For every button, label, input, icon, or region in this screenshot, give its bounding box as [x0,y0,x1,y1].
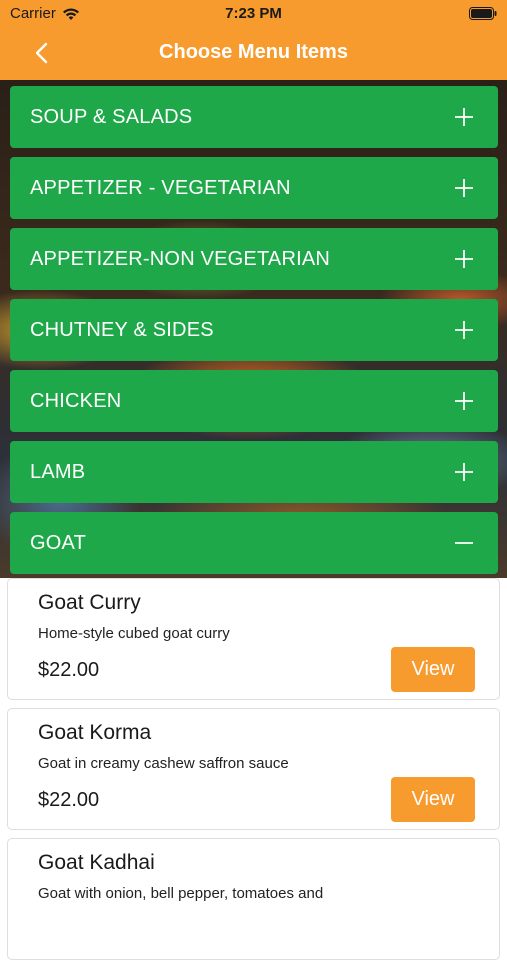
item-description: Goat in creamy cashew saffron sauce [38,755,289,772]
item-name: Goat Curry [38,591,141,614]
category-appetizer-non-vegetarian[interactable]: APPETIZER-NON VEGETARIAN [10,228,498,290]
menu-item-card: Goat Curry Home-style cubed goat curry $… [7,578,500,700]
minus-icon [455,542,473,544]
view-button[interactable]: View [391,777,475,822]
plus-icon [455,179,473,197]
item-description: Home-style cubed goat curry [38,625,230,642]
header: Carrier 7:23 PM Choose Menu Items [0,0,507,80]
category-list: SOUP & SALADS APPETIZER - VEGETARIAN APP… [10,86,498,583]
item-description: Goat with onion, bell pepper, tomatoes a… [38,885,324,902]
battery-icon [469,7,497,20]
plus-icon [455,321,473,339]
page-title: Choose Menu Items [159,41,348,63]
category-label: CHUTNEY & SIDES [30,319,214,341]
category-goat[interactable]: GOAT [10,512,498,574]
plus-icon [455,108,473,126]
navigation-bar: Choose Menu Items [0,28,507,78]
category-label: APPETIZER - VEGETARIAN [30,177,291,199]
item-price: $22.00 [38,659,100,681]
category-soup-salads[interactable]: SOUP & SALADS [10,86,498,148]
menu-item-card: Goat Korma Goat in creamy cashew saffron… [7,708,500,830]
item-price: $22.00 [38,789,100,811]
category-lamb[interactable]: LAMB [10,441,498,503]
status-time: 7:23 PM [225,5,282,22]
category-appetizer-vegetarian[interactable]: APPETIZER - VEGETARIAN [10,157,498,219]
plus-icon [455,250,473,268]
item-name: Goat Kadhai [38,851,155,874]
category-label: APPETIZER-NON VEGETARIAN [30,248,331,270]
category-chutney-sides[interactable]: CHUTNEY & SIDES [10,299,498,361]
category-label: GOAT [30,532,86,554]
category-chicken[interactable]: CHICKEN [10,370,498,432]
view-button[interactable]: View [391,647,475,692]
plus-icon [455,392,473,410]
status-bar: Carrier 7:23 PM [0,0,507,28]
category-label: SOUP & SALADS [30,106,193,128]
category-label: LAMB [30,461,86,483]
menu-item-card: Goat Kadhai Goat with onion, bell pepper… [7,838,500,960]
category-label: CHICKEN [30,390,122,412]
menu-item-list: Goat Curry Home-style cubed goat curry $… [0,578,507,960]
plus-icon [455,463,473,481]
item-name: Goat Korma [38,721,152,744]
